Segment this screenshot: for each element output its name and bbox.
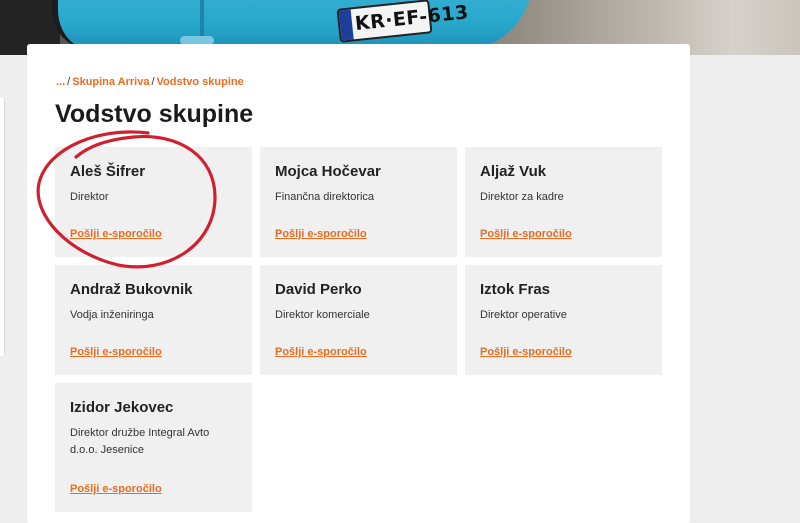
page-title: Vodstvo skupine <box>55 100 254 128</box>
send-email-link[interactable]: Pošlji e-sporočilo <box>480 228 572 240</box>
breadcrumb: ... / Skupina Arriva / Vodstvo skupine <box>56 76 244 88</box>
person-name: Mojca Hočevar <box>275 163 381 180</box>
breadcrumb-separator: / <box>151 76 155 88</box>
person-name: David Perko <box>275 281 362 298</box>
breadcrumb-current[interactable]: Vodstvo skupine <box>157 76 244 88</box>
license-plate-eu-band <box>338 9 354 41</box>
person-role: Finančna direktorica <box>275 191 375 203</box>
person-card: Izidor Jekovec Direktor družbe Integral … <box>55 383 252 512</box>
people-grid: Aleš Šifrer Direktor Pošlji e-sporočilo … <box>55 147 662 512</box>
person-role: Vodja inženiringa <box>70 309 154 321</box>
person-card: David Perko Direktor komerciale Pošlji e… <box>260 265 457 375</box>
person-role: Direktor za kadre <box>480 191 564 203</box>
person-role: Direktor <box>70 191 109 203</box>
person-role: Direktor komerciale <box>275 309 370 321</box>
person-name: Izidor Jekovec <box>70 399 174 416</box>
person-name: Andraž Bukovnik <box>70 281 193 298</box>
person-card: Mojca Hočevar Finančna direktorica Pošlj… <box>260 147 457 257</box>
send-email-link[interactable]: Pošlji e-sporočilo <box>275 228 367 240</box>
side-panel <box>0 98 5 356</box>
person-role: Direktor družbe Integral Avto d.o.o. Jes… <box>70 427 210 456</box>
send-email-link[interactable]: Pošlji e-sporočilo <box>70 346 162 358</box>
content-card: ... / Skupina Arriva / Vodstvo skupine Vodst… <box>27 44 690 523</box>
person-card: Aljaž Vuk Direktor za kadre Pošlji e-spo… <box>465 147 662 257</box>
send-email-link[interactable]: Pošlji e-sporočilo <box>275 346 367 358</box>
person-card: Andraž Bukovnik Vodja inženiringa Pošlji… <box>55 265 252 375</box>
person-name: Aljaž Vuk <box>480 163 547 180</box>
breadcrumb-separator: / <box>67 76 71 88</box>
breadcrumb-ellipsis[interactable]: ... <box>56 76 65 88</box>
breadcrumb-skupina-arriva[interactable]: Skupina Arriva <box>72 76 149 88</box>
person-card: Iztok Fras Direktor operative Pošlji e-s… <box>465 265 662 375</box>
send-email-link[interactable]: Pošlji e-sporočilo <box>480 346 572 358</box>
send-email-link[interactable]: Pošlji e-sporočilo <box>70 483 162 495</box>
person-role: Direktor operative <box>480 309 567 321</box>
person-card: Aleš Šifrer Direktor Pošlji e-sporočilo <box>55 147 252 257</box>
send-email-link[interactable]: Pošlji e-sporočilo <box>70 228 162 240</box>
person-name: Aleš Šifrer <box>70 163 146 180</box>
person-name: Iztok Fras <box>480 281 551 298</box>
